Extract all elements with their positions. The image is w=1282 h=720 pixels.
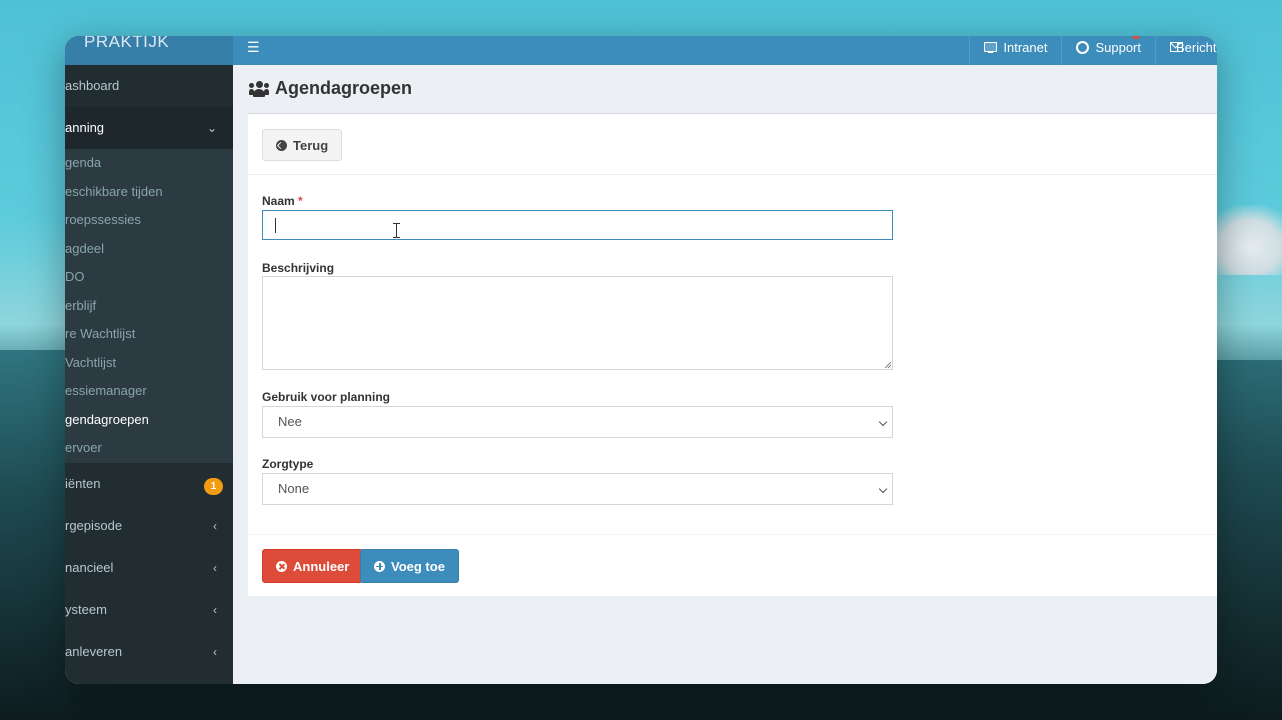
form-box: Terug Naam * Beschrijving Gebruik voor p… [248, 113, 1217, 596]
logo[interactable]: PRAKTIJK [65, 36, 233, 65]
add-button-label: Voeg toe [391, 558, 445, 574]
notification-dot [1133, 36, 1139, 39]
sidebar-subitem-groepssessies[interactable]: roepssessies [65, 206, 233, 235]
name-input[interactable] [262, 210, 893, 240]
back-button[interactable]: Terug [262, 129, 343, 161]
nav-support-label: Support [1095, 40, 1141, 55]
sidebar-item-label: iënten [65, 475, 101, 491]
care-type-select[interactable]: None [262, 473, 893, 505]
form-header: Terug [248, 114, 1217, 175]
sidebar: PRAKTIJK ashboard anning ⌄ genda eschikb… [65, 36, 233, 684]
sidebar-subitem-wachtlijst[interactable]: Vachtlijst [65, 349, 233, 378]
use-planning-label: Gebruik voor planning [262, 390, 391, 404]
planning-submenu: genda eschikbare tijden roepssessies agd… [65, 149, 233, 463]
form-footer: Annuleer Voeg toe [248, 534, 1217, 597]
cancel-button[interactable]: Annuleer [262, 549, 364, 583]
chevron-left-icon: ‹ [213, 644, 217, 659]
sidebar-item-financieel[interactable]: nancieel ‹ [65, 547, 233, 589]
text-caret [275, 218, 276, 233]
sidebar-item-aanleveren[interactable]: anleveren ‹ [65, 631, 233, 673]
sidebar-item-label: ashboard [65, 78, 120, 93]
required-asterisk: * [298, 194, 303, 208]
sidebar-subitem-pre-wachtlijst[interactable]: re Wachtlijst [65, 320, 233, 349]
times-circle-icon [276, 560, 287, 572]
sidebar-item-clienten[interactable]: iënten 1 [65, 463, 233, 505]
use-planning-select[interactable]: Nee [262, 406, 893, 438]
sidebar-subitem-agendagroepen[interactable]: gendagroepen [65, 406, 233, 435]
arrow-circle-left-icon [276, 139, 287, 151]
sidebar-subitem-verblijf[interactable]: erblijf [65, 292, 233, 321]
sidebar-subitem-beschikbare-tijden[interactable]: eschikbare tijden [65, 178, 233, 207]
sidebar-subitem-sessiemanager[interactable]: essiemanager [65, 377, 233, 406]
sidebar-item-zorgepisode[interactable]: rgepisode ‹ [65, 505, 233, 547]
browser-window: PRAKTIJK ashboard anning ⌄ genda eschikb… [65, 36, 1217, 684]
chevron-down-icon: ⌄ [206, 121, 217, 135]
resize-handle-icon[interactable] [885, 362, 891, 368]
sidebar-item-label: nancieel [65, 559, 114, 575]
sidebar-item-label: anning [65, 120, 105, 135]
page-title-text: Agendagroepen [275, 78, 413, 98]
care-type-value: None [278, 481, 310, 496]
name-label: Naam * [262, 194, 303, 208]
chevron-down-icon [878, 484, 888, 494]
sidebar-item-systeem[interactable]: ysteem ‹ [65, 589, 233, 631]
cancel-button-label: Annuleer [293, 558, 350, 574]
description-textarea[interactable] [262, 276, 893, 370]
users-icon [249, 80, 269, 97]
chevron-left-icon: ‹ [213, 602, 217, 617]
plus-circle-icon [374, 560, 385, 572]
sidebar-item-dashboard[interactable]: ashboard [65, 65, 233, 107]
hamburger-menu-icon[interactable]: ☰ [247, 39, 260, 56]
main-content: Agendagroepen Terug Naam * Beschrijving [233, 65, 1217, 684]
sidebar-subitem-agenda[interactable]: genda [65, 149, 233, 178]
chevron-left-icon: ‹ [213, 518, 217, 533]
nav-intranet-label: Intranet [1003, 40, 1048, 55]
back-button-label: Terug [293, 137, 329, 153]
description-label: Beschrijving [262, 261, 335, 275]
sidebar-item-label: rgepisode [65, 517, 123, 533]
page-title: Agendagroepen [249, 78, 412, 99]
lifebuoy-icon [1076, 41, 1090, 54]
background-mountain-left [0, 350, 70, 720]
sidebar-subitem-vervoer[interactable]: ervoer [65, 434, 233, 463]
sidebar-item-label: anleveren [65, 643, 123, 659]
sidebar-subitem-odo[interactable]: DO [65, 263, 233, 292]
use-planning-value: Nee [278, 414, 302, 429]
mouse-cursor-ibeam [393, 223, 400, 238]
chevron-left-icon: ‹ [213, 560, 217, 575]
nav-support[interactable]: Support [1061, 36, 1155, 65]
top-nav-links: Intranet Support Berichten [969, 36, 1217, 65]
top-navbar: ☰ Intranet Support Berichten [233, 36, 1217, 65]
nav-intranet[interactable]: Intranet [969, 36, 1061, 65]
nav-messages[interactable]: Berichten [1155, 36, 1217, 65]
chevron-down-icon [878, 417, 888, 427]
sidebar-subitem-dagdeel[interactable]: agdeel [65, 235, 233, 264]
add-button[interactable]: Voeg toe [360, 549, 459, 583]
count-badge: 1 [204, 477, 223, 495]
monitor-icon [984, 42, 998, 53]
care-type-label: Zorgtype [262, 457, 314, 471]
sidebar-item-planning[interactable]: anning ⌄ [65, 107, 233, 149]
sidebar-item-label: ysteem [65, 601, 107, 617]
